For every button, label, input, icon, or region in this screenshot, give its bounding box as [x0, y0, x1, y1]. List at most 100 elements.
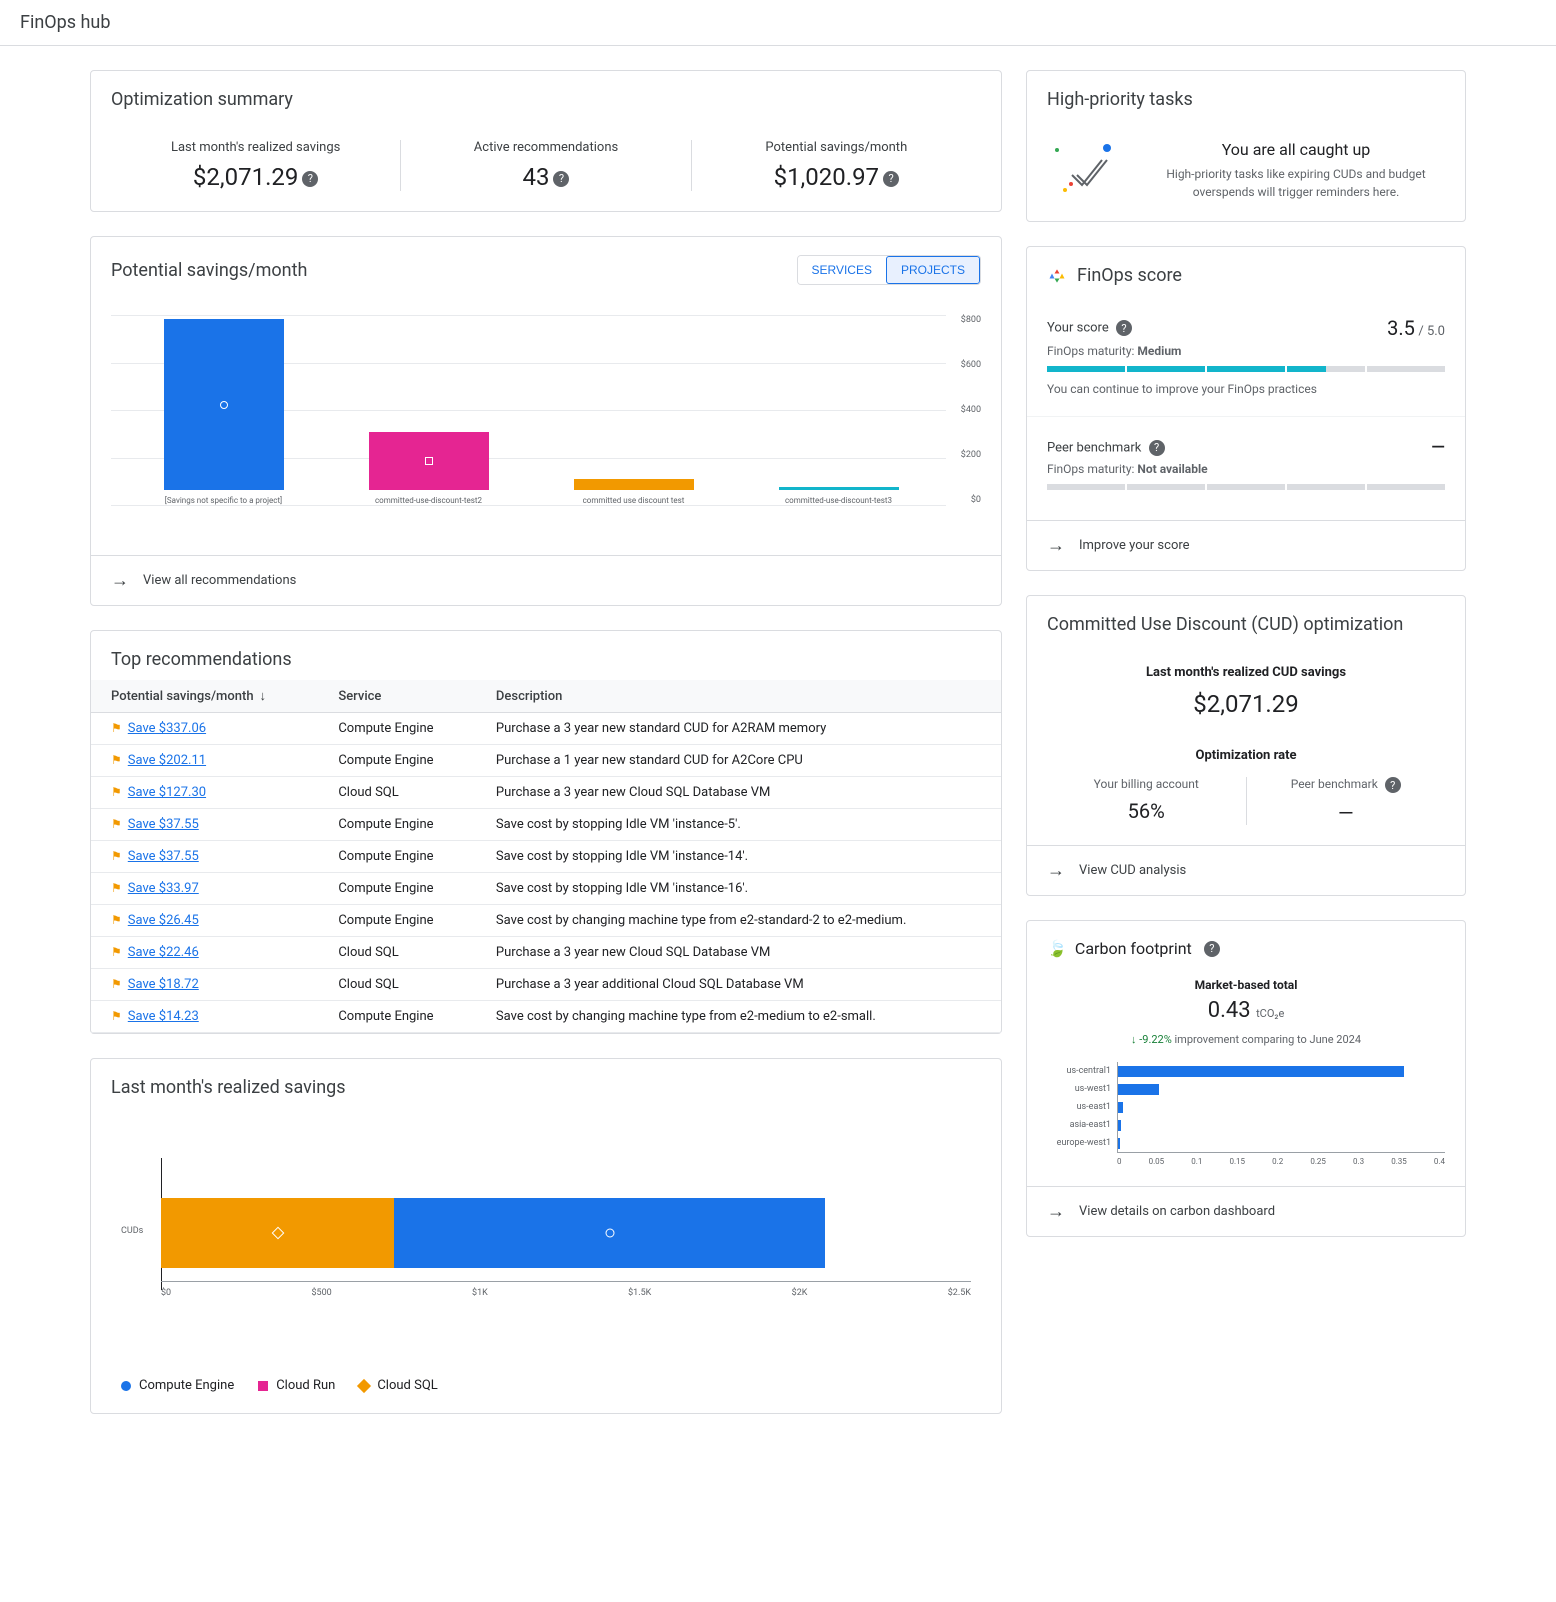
peer-label: Peer benchmark ?: [1047, 440, 1165, 456]
peer-progress-bar: [1047, 484, 1445, 490]
metric-billing-account: Your billing account 56%: [1047, 777, 1246, 825]
flag-icon: ⚑: [111, 881, 122, 895]
right-column: High-priority tasks You are all caught u…: [1026, 70, 1466, 1414]
carbon-footprint-card: 🍃 Carbon footprint ? Market-based total …: [1026, 920, 1466, 1237]
help-icon[interactable]: ?: [553, 171, 569, 187]
view-cud-analysis-link[interactable]: → View CUD analysis: [1027, 845, 1465, 895]
cell-service: Cloud SQL: [318, 969, 476, 1001]
help-icon[interactable]: ?: [1149, 440, 1165, 456]
peer-benchmark-section: Peer benchmark ? — FinOps maturity: Not …: [1027, 417, 1465, 520]
cell-description: Purchase a 1 year new standard CUD for A…: [476, 745, 1001, 777]
table-row: ⚑Save $337.06Compute EnginePurchase a 3 …: [91, 713, 1001, 745]
x-axis: $0 $500 $1K $1.5K $2K $2.5K: [161, 1281, 971, 1298]
cell-description: Purchase a 3 year new standard CUD for A…: [476, 713, 1001, 745]
optimization-summary-body: Last month's realized savings $2,071.29?…: [91, 120, 1001, 211]
cud-savings-value: $2,071.29: [1047, 690, 1445, 718]
your-score-label: Your score ?: [1047, 320, 1132, 336]
bar-2[interactable]: committed use discount test: [531, 479, 736, 505]
improvement-value: ↓ -9.22%: [1131, 1033, 1172, 1046]
flag-icon: ⚑: [111, 849, 122, 863]
help-icon[interactable]: ?: [1204, 941, 1220, 957]
arrow-right-icon: →: [1047, 1201, 1065, 1222]
carbon-value: 0.43 tCO₂e: [1047, 998, 1445, 1023]
cell-savings: ⚑Save $26.45: [91, 905, 318, 937]
flag-icon: ⚑: [111, 721, 122, 735]
flag-icon: ⚑: [111, 945, 122, 959]
help-icon[interactable]: ?: [1385, 777, 1401, 793]
help-icon[interactable]: ?: [1116, 320, 1132, 336]
chart-legend: Compute Engine Cloud Run Cloud SQL: [91, 1378, 1001, 1413]
tab-services[interactable]: SERVICES: [798, 256, 886, 284]
carbon-row-4[interactable]: europe-west1: [1047, 1134, 1445, 1152]
bar-0[interactable]: [Savings not specific to a project]: [121, 319, 326, 505]
task-title: You are all caught up: [1147, 140, 1445, 159]
col-service[interactable]: Service: [318, 680, 476, 713]
score-note: You can continue to improve your FinOps …: [1047, 382, 1445, 396]
tab-group: SERVICES PROJECTS: [797, 255, 981, 285]
carbon-row-3[interactable]: asia-east1: [1047, 1116, 1445, 1134]
cell-service: Compute Engine: [318, 905, 476, 937]
help-icon[interactable]: ?: [302, 171, 318, 187]
stacked-bar[interactable]: [161, 1198, 971, 1268]
savings-link[interactable]: Save $18.72: [128, 977, 199, 992]
card-header: FinOps score: [1027, 247, 1465, 296]
card-header-row: Potential savings/month SERVICES PROJECT…: [91, 237, 1001, 295]
metric-label: Last month's realized savings: [111, 140, 400, 155]
bar-3[interactable]: committed-use-discount-test3: [736, 487, 941, 505]
col-savings[interactable]: Potential savings/month↓: [91, 680, 318, 713]
cell-savings: ⚑ Save $33.97: [91, 873, 318, 905]
savings-link[interactable]: Save $14.23: [128, 1009, 199, 1024]
flag-icon: ⚑: [111, 753, 122, 767]
carbon-row-2[interactable]: us-east1: [1047, 1098, 1445, 1116]
potential-savings-chart: $800 $600 $400 $200 $0 [Savings not spec…: [111, 315, 981, 525]
cell-savings: ⚑ Save $337.06: [91, 713, 318, 745]
metric-label: Potential savings/month: [692, 140, 981, 155]
savings-link[interactable]: Save $202.11: [128, 753, 206, 768]
carbon-row-1[interactable]: us-west1: [1047, 1080, 1445, 1098]
cud-metrics: Your billing account 56% Peer benchmark …: [1047, 777, 1445, 825]
tab-projects[interactable]: PROJECTS: [886, 256, 980, 284]
improve-score-link[interactable]: → Improve your score: [1027, 520, 1465, 570]
cell-service: Compute Engine: [318, 873, 476, 905]
savings-link[interactable]: Save $37.55: [128, 849, 199, 864]
cell-description: Save cost by changing machine type from …: [476, 905, 1001, 937]
cell-savings: ⚑ Save $18.72: [91, 969, 318, 1001]
savings-link[interactable]: Save $26.45: [128, 913, 199, 928]
savings-link[interactable]: Save $37.55: [128, 817, 199, 832]
recommendations-table: Potential savings/month↓ Service Descrip…: [91, 680, 1001, 1033]
bar-1[interactable]: committed-use-discount-test2: [326, 432, 531, 505]
view-all-recommendations-link[interactable]: → View all recommendations: [91, 555, 1001, 605]
score-progress-bar: [1047, 366, 1445, 372]
leaf-icon: 🍃: [1047, 939, 1067, 958]
card-header: 🍃 Carbon footprint ?: [1027, 921, 1465, 968]
cell-service: Compute Engine: [318, 1001, 476, 1033]
savings-link[interactable]: Save $337.06: [128, 721, 206, 736]
card-title: Carbon footprint: [1075, 939, 1192, 958]
table-row: ⚑Save $37.55Compute EngineSave cost by s…: [91, 809, 1001, 841]
segment-cloud-sql: [161, 1198, 394, 1268]
carbon-row-0[interactable]: us-central1: [1047, 1062, 1445, 1080]
savings-link[interactable]: Save $127.30: [128, 785, 206, 800]
savings-link[interactable]: Save $33.97: [128, 881, 199, 896]
card-title: FinOps score: [1077, 265, 1182, 286]
flag-icon: ⚑: [111, 977, 122, 991]
gcloud-icon: [1047, 266, 1067, 286]
sort-down-icon: ↓: [260, 689, 267, 704]
savings-link[interactable]: Save $22.46: [128, 945, 199, 960]
metric-active-recommendations: Active recommendations 43?: [400, 140, 690, 191]
arrow-right-icon: →: [1047, 860, 1065, 881]
col-description[interactable]: Description: [476, 680, 1001, 713]
top-recommendations-card: Top recommendations Potential savings/mo…: [90, 630, 1002, 1034]
card-title: Optimization summary: [91, 71, 1001, 120]
cell-service: Compute Engine: [318, 745, 476, 777]
table-row: ⚑Save $37.55Compute EngineSave cost by s…: [91, 841, 1001, 873]
metric-peer-benchmark: Peer benchmark ? —: [1246, 777, 1446, 825]
finops-score-card: FinOps score Your score ? 3.5 / 5.0 FinO…: [1026, 246, 1466, 571]
realized-savings-card: Last month's realized savings CUDs $0 $5…: [90, 1058, 1002, 1414]
cud-body: Last month's realized CUD savings $2,071…: [1027, 645, 1465, 845]
page-header: FinOps hub: [0, 0, 1556, 46]
help-icon[interactable]: ?: [883, 171, 899, 187]
view-carbon-dashboard-link[interactable]: → View details on carbon dashboard: [1027, 1186, 1465, 1236]
table-row: ⚑Save $127.30Cloud SQLPurchase a 3 year …: [91, 777, 1001, 809]
potential-savings-card: Potential savings/month SERVICES PROJECT…: [90, 236, 1002, 606]
